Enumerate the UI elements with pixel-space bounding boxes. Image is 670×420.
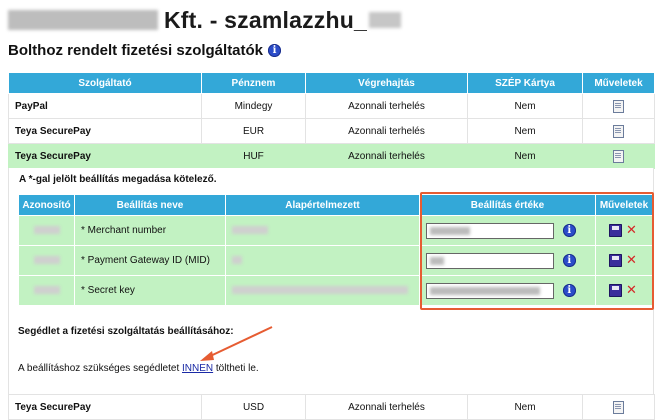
save-icon[interactable]	[609, 284, 622, 297]
col-header-default: Alapértelmezett	[225, 194, 420, 216]
provider-actions	[582, 93, 655, 119]
setting-id	[18, 245, 75, 276]
table-row: Teya SecurePay EUR Azonnali terhelés Nem	[8, 118, 655, 144]
setting-actions	[595, 215, 653, 246]
redacted-id	[33, 256, 60, 265]
provider-currency: USD	[201, 394, 306, 420]
settings-table: Azonosító Beállítás neve Alapértelmezett…	[18, 194, 653, 306]
document-icon[interactable]	[613, 99, 624, 113]
provider-actions	[582, 118, 655, 144]
redacted-value	[430, 226, 470, 235]
col-header-id: Azonosító	[18, 194, 75, 216]
redacted-value	[430, 286, 540, 295]
col-header-setting-value: Beállítás értéke	[419, 194, 596, 216]
info-icon[interactable]: i	[562, 284, 576, 298]
redacted-id	[33, 286, 60, 295]
document-icon[interactable]	[613, 400, 624, 414]
save-icon[interactable]	[609, 254, 622, 267]
setting-id	[18, 275, 75, 306]
provider-szep: Nem	[467, 118, 583, 144]
col-header-execution: Végrehajtás	[305, 72, 468, 94]
page-header: Kft. - szamlazzhu_	[8, 5, 401, 35]
setting-default	[225, 275, 420, 306]
setting-default	[225, 245, 420, 276]
redacted-default	[232, 256, 242, 265]
provider-execution: Azonnali terhelés	[305, 118, 468, 144]
delete-icon[interactable]	[626, 222, 639, 238]
table-row: * Payment Gateway ID (MID) i	[18, 245, 653, 276]
provider-name: PayPal	[8, 93, 202, 119]
setting-name: * Merchant number	[74, 215, 226, 246]
setting-value-cell: i	[419, 275, 596, 306]
merchant-number-input[interactable]	[426, 222, 554, 239]
provider-name: Teya SecurePay	[8, 394, 202, 420]
setting-name: * Payment Gateway ID (MID)	[74, 245, 226, 276]
info-icon[interactable]: i	[268, 44, 282, 57]
provider-execution: Azonnali terhelés	[305, 93, 468, 119]
save-icon[interactable]	[609, 224, 622, 237]
redacted-value	[430, 256, 444, 265]
table-row: PayPal Mindegy Azonnali terhelés Nem	[8, 93, 655, 119]
section-title: Bolthoz rendelt fizetési szolgáltatók	[8, 42, 264, 59]
info-icon[interactable]: i	[562, 224, 576, 238]
delete-icon[interactable]	[626, 282, 639, 298]
providers-header-row: Szolgáltató Pénznem Végrehajtás SZÉP Kár…	[8, 72, 655, 94]
table-row: Teya SecurePay USD Azonnali terhelés Nem	[8, 394, 655, 420]
col-header-szep: SZÉP Kártya	[467, 72, 583, 94]
provider-name: Teya SecurePay	[8, 143, 202, 169]
provider-execution: Azonnali terhelés	[305, 394, 468, 420]
settings-header-row: Azonosító Beállítás neve Alapértelmezett…	[18, 194, 653, 216]
help-title: Segédlet a fizetési szolgáltatás beállít…	[18, 326, 234, 337]
provider-szep: Nem	[467, 93, 583, 119]
col-header-currency: Pénznem	[201, 72, 306, 94]
section-title-row: Bolthoz rendelt fizetési szolgáltatók i	[8, 42, 282, 59]
provider-name: Teya SecurePay	[8, 118, 202, 144]
redacted-company-name	[8, 10, 158, 30]
gateway-id-input[interactable]	[426, 252, 554, 269]
info-icon[interactable]: i	[562, 254, 576, 268]
setting-default	[225, 215, 420, 246]
provider-actions	[582, 394, 655, 420]
provider-actions	[582, 143, 655, 169]
providers-table-continued: Teya SecurePay USD Azonnali terhelés Nem	[8, 394, 655, 420]
provider-currency: HUF	[201, 143, 306, 169]
document-icon[interactable]	[613, 149, 624, 163]
setting-id	[18, 215, 75, 246]
redacted-title-suffix	[368, 12, 401, 28]
provider-currency: Mindegy	[201, 93, 306, 119]
secret-key-input[interactable]	[426, 282, 554, 299]
table-row-selected: Teya SecurePay HUF Azonnali terhelés Nem	[8, 143, 655, 169]
setting-actions	[595, 245, 653, 276]
help-download-link[interactable]: INNEN	[182, 363, 213, 374]
help-text-after: töltheti le.	[213, 363, 259, 374]
help-text: A beállításhoz szükséges segédletet INNE…	[18, 363, 259, 374]
table-row: * Merchant number i	[18, 215, 653, 246]
col-header-actions: Műveletek	[582, 72, 655, 94]
providers-table: Szolgáltató Pénznem Végrehajtás SZÉP Kár…	[8, 72, 655, 169]
redacted-default	[232, 286, 408, 295]
help-text-before: A beállításhoz szükséges segédletet	[18, 363, 182, 374]
col-header-setting-name: Beállítás neve	[74, 194, 226, 216]
table-row: * Secret key i	[18, 275, 653, 306]
provider-execution: Azonnali terhelés	[305, 143, 468, 169]
col-header-actions: Műveletek	[595, 194, 653, 216]
setting-value-cell: i	[419, 215, 596, 246]
col-header-provider: Szolgáltató	[8, 72, 202, 94]
setting-name: * Secret key	[74, 275, 226, 306]
page-title: Kft. - szamlazzhu_	[164, 6, 367, 33]
delete-icon[interactable]	[626, 252, 639, 268]
setting-actions	[595, 275, 653, 306]
provider-szep: Nem	[467, 143, 583, 169]
provider-currency: EUR	[201, 118, 306, 144]
redacted-id	[33, 226, 60, 235]
required-note: A *-gal jelölt beállítás megadása kötele…	[19, 174, 217, 185]
provider-szep: Nem	[467, 394, 583, 420]
redacted-default	[232, 226, 268, 235]
setting-value-cell: i	[419, 245, 596, 276]
document-icon[interactable]	[613, 124, 624, 138]
